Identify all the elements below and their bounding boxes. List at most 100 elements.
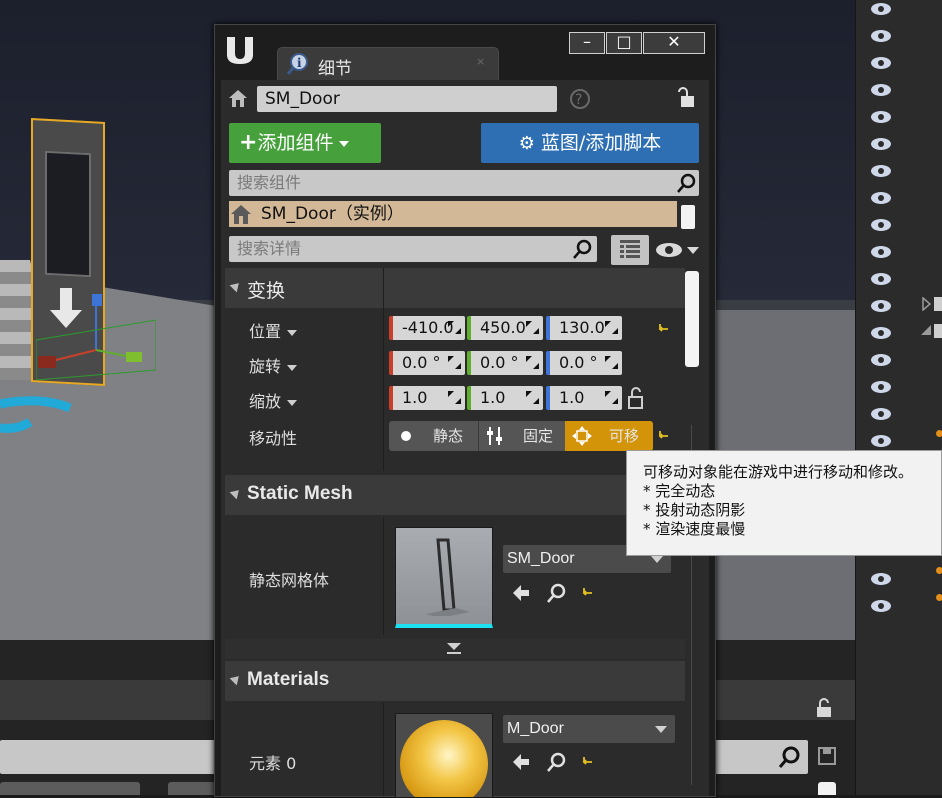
search-details-input[interactable]: 搜索详情 — [229, 236, 597, 262]
rotation-y-field[interactable]: 0.0 ° — [467, 351, 543, 375]
spin-arrows-icon[interactable] — [605, 356, 618, 369]
blueprint-add-script-button[interactable]: ⚙ 蓝图/添加脚本 — [481, 123, 699, 163]
chevron-down-icon — [339, 140, 350, 147]
visibility-eye-icon[interactable] — [870, 164, 892, 178]
browse-search-icon[interactable] — [547, 583, 567, 603]
save-icon[interactable] — [817, 746, 837, 766]
close-button[interactable]: ✕ — [643, 32, 705, 54]
chevron-down-icon — [651, 556, 663, 563]
property-matrix-button[interactable] — [611, 235, 649, 265]
visibility-eye-icon[interactable] — [870, 599, 892, 613]
component-instance-row[interactable]: SM_Door（实例） — [229, 201, 677, 227]
reset-to-default-icon[interactable] — [657, 322, 671, 336]
content-tab[interactable] — [168, 782, 216, 795]
rotation-z-field[interactable]: 0.0 ° — [546, 351, 622, 375]
move-arrows-icon — [572, 426, 592, 446]
material-asset-picker[interactable]: M_Door — [503, 715, 675, 743]
visibility-eye-icon[interactable] — [870, 137, 892, 151]
minimize-button[interactable]: – — [569, 32, 605, 54]
visibility-options-icon[interactable] — [655, 240, 703, 260]
scale-y-field[interactable]: 1.0 — [467, 386, 543, 410]
visibility-eye-icon[interactable] — [870, 434, 892, 448]
static-mesh-section-header[interactable]: Static Mesh — [225, 475, 685, 515]
rotation-label[interactable]: 旋转 — [249, 353, 298, 377]
location-y-field[interactable]: 450.0 — [467, 316, 543, 340]
spin-arrows-icon[interactable] — [605, 321, 618, 334]
chevron-down-icon — [287, 329, 298, 336]
materials-section-header[interactable]: Materials — [225, 661, 685, 701]
lock-icon[interactable] — [677, 86, 695, 108]
visibility-eye-icon[interactable] — [870, 353, 892, 367]
spin-arrows-icon[interactable] — [526, 356, 539, 369]
visibility-eye-icon[interactable] — [870, 83, 892, 97]
gears-icon: ⚙ — [518, 133, 535, 154]
rotation-x-value: 0.0 ° — [402, 353, 441, 372]
spin-arrows-icon[interactable] — [448, 391, 461, 404]
mobility-movable-button[interactable]: 可移 — [565, 421, 653, 451]
scale-x-value: 1.0 — [402, 388, 428, 407]
visibility-eye-icon[interactable] — [870, 29, 892, 43]
search-icon[interactable] — [778, 745, 802, 769]
browse-search-icon[interactable] — [547, 752, 567, 772]
advanced-expander[interactable] — [225, 639, 685, 659]
spin-arrows-icon[interactable] — [605, 391, 618, 404]
visibility-eye-icon[interactable] — [870, 272, 892, 286]
gizmo-axes — [36, 294, 156, 380]
static-dot-icon — [401, 431, 411, 441]
visibility-eye-icon[interactable] — [870, 56, 892, 70]
folder-icon — [934, 324, 942, 338]
visibility-eye-icon[interactable] — [870, 191, 892, 205]
expand-arrow-icon[interactable] — [922, 297, 932, 311]
reset-to-default-icon[interactable] — [581, 755, 595, 769]
reset-to-default-icon[interactable] — [657, 429, 671, 443]
spin-arrows-icon[interactable] — [526, 321, 539, 334]
spin-arrows-icon[interactable] — [448, 321, 461, 334]
visibility-eye-icon[interactable] — [870, 407, 892, 421]
visibility-eye-icon[interactable] — [870, 245, 892, 259]
details-scrollbar-thumb[interactable] — [685, 271, 699, 367]
scale-x-field[interactable]: 1.0 — [389, 386, 465, 410]
spin-arrows-icon[interactable] — [448, 356, 461, 369]
tab-close-button[interactable]: × — [476, 55, 485, 68]
transform-section-header[interactable]: 变换 — [225, 268, 685, 308]
visibility-eye-icon[interactable] — [870, 380, 892, 394]
material-thumbnail[interactable] — [395, 713, 493, 798]
use-selected-arrow-icon[interactable] — [511, 583, 531, 603]
maximize-button[interactable]: □ — [606, 32, 642, 54]
search-components-input[interactable]: 搜索组件 — [229, 170, 699, 196]
content-scroll-thumb[interactable] — [818, 782, 836, 795]
content-tab[interactable] — [0, 782, 140, 795]
tooltip-line: * 完全动态 — [643, 482, 716, 500]
lock-icon[interactable] — [815, 698, 833, 718]
visibility-eye-icon[interactable] — [870, 2, 892, 16]
static-mesh-asset-value: SM_Door — [507, 550, 575, 567]
visibility-eye-icon[interactable] — [870, 110, 892, 124]
location-label[interactable]: 位置 — [249, 318, 298, 342]
collapse-arrow-icon[interactable] — [920, 324, 932, 336]
mobility-tooltip: 可移动对象能在游戏中进行移动和修改。 * 完全动态 * 投射动态阴影 * 渲染速… — [626, 450, 942, 556]
use-selected-arrow-icon[interactable] — [511, 752, 531, 772]
visibility-eye-icon[interactable] — [870, 572, 892, 586]
spin-arrows-icon[interactable] — [526, 391, 539, 404]
reset-to-default-icon[interactable] — [581, 586, 595, 600]
visibility-eye-icon[interactable] — [870, 299, 892, 313]
location-z-field[interactable]: 130.0 — [546, 316, 622, 340]
add-component-button[interactable]: +添加组件 — [229, 123, 381, 163]
mobility-stationary-button[interactable]: 固定 — [478, 421, 565, 451]
help-icon[interactable]: ? — [569, 88, 591, 110]
components-scrollbar[interactable] — [681, 205, 695, 229]
mobility-static-label: 静态 — [433, 427, 464, 445]
static-mesh-thumbnail[interactable] — [395, 527, 493, 628]
lock-ratio-icon[interactable] — [627, 387, 647, 409]
visibility-eye-icon[interactable] — [870, 218, 892, 232]
location-x-field[interactable]: -410.0 — [389, 316, 465, 340]
scale-label[interactable]: 缩放 — [249, 388, 298, 412]
search-icon[interactable] — [677, 173, 697, 193]
actor-name-field[interactable]: SM_Door — [257, 86, 557, 112]
search-icon[interactable] — [573, 239, 593, 259]
tab-details[interactable]: i 细节 × — [277, 47, 499, 82]
rotation-x-field[interactable]: 0.0 ° — [389, 351, 465, 375]
scale-z-field[interactable]: 1.0 — [546, 386, 622, 410]
mobility-static-button[interactable]: 静态 — [389, 421, 477, 451]
visibility-eye-icon[interactable] — [870, 326, 892, 340]
